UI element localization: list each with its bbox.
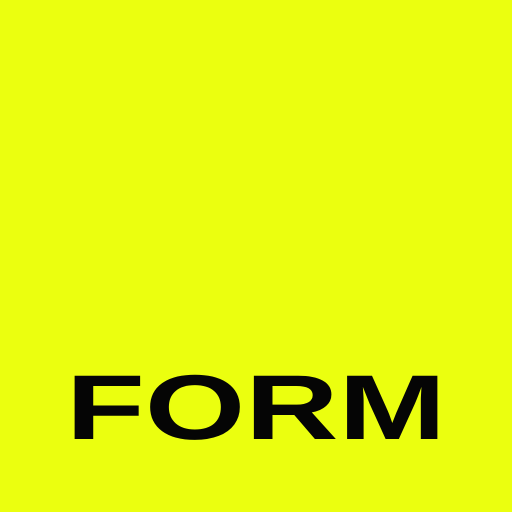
- wordmark-text: FORM: [66, 357, 446, 459]
- form-wordmark: FORM: [66, 357, 446, 459]
- brand-canvas: FORM: [0, 0, 512, 512]
